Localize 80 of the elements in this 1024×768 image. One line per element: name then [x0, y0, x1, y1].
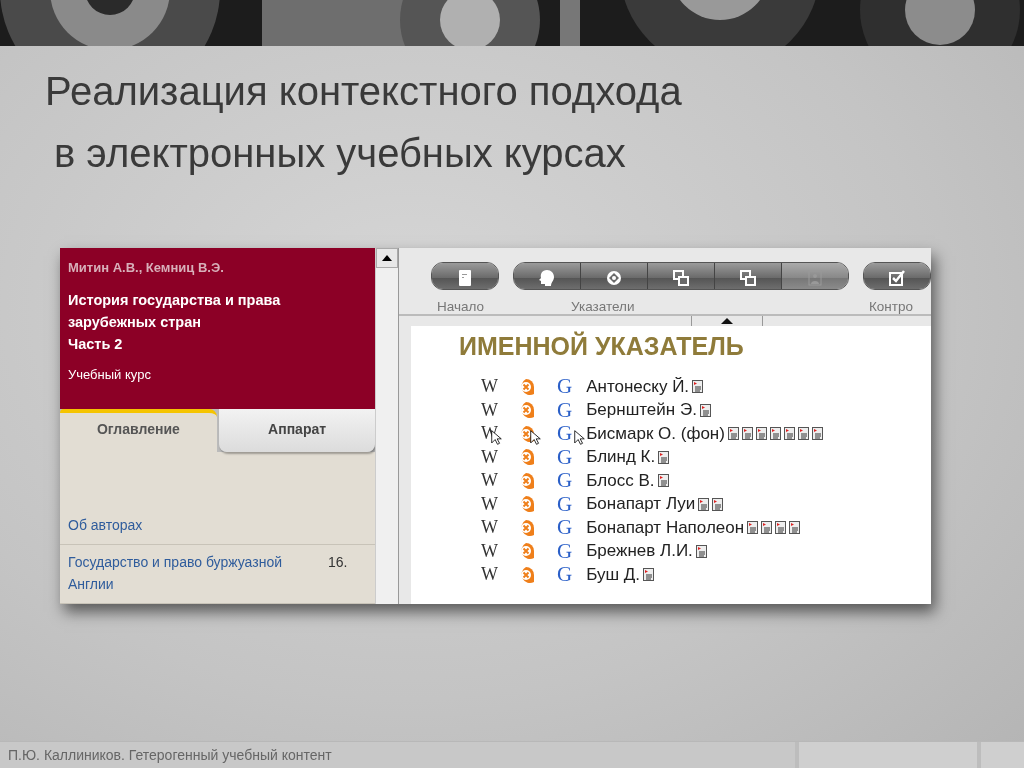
document-icon[interactable] — [698, 497, 710, 511]
course-title: зарубежных стран — [68, 313, 201, 332]
toolbar-button[interactable] — [714, 263, 781, 289]
person-name[interactable]: Буш Д. — [586, 564, 641, 585]
author-names: Митин А.В., Кемниц В.Э. — [68, 260, 224, 275]
cursor-icon — [530, 430, 541, 445]
document-icon[interactable] — [783, 427, 795, 441]
google-link[interactable]: G — [557, 421, 573, 447]
checkbox-icon — [888, 269, 906, 287]
person-name[interactable]: Бисмарк О. (фон) — [586, 423, 725, 444]
person-name[interactable]: Бонапарт Наполеон — [586, 517, 745, 538]
document-icon[interactable] — [643, 568, 655, 582]
course-type: Учебный курс — [68, 367, 151, 382]
toolbar-button[interactable] — [580, 263, 647, 289]
document-icon[interactable] — [761, 521, 773, 535]
document-icon[interactable] — [699, 403, 711, 417]
wiki-link[interactable]: W — [481, 376, 509, 398]
person-name[interactable]: Блинд К. — [586, 447, 656, 468]
document-icon[interactable] — [695, 544, 707, 558]
google-link[interactable]: G — [557, 397, 573, 423]
slide-title: в электронных учебных курсах — [54, 130, 626, 177]
document-icon[interactable] — [658, 450, 670, 464]
head-icon — [538, 269, 556, 287]
google-link[interactable]: G — [557, 444, 573, 470]
toolbar-label: Контро — [868, 299, 914, 314]
toolbar-label: Указатели — [570, 299, 635, 314]
document-icon[interactable] — [727, 427, 739, 441]
wiki-link[interactable]: W — [481, 470, 509, 492]
person-name[interactable]: Антонеску Й. — [586, 376, 690, 397]
person-name[interactable]: Брежнев Л.И. — [586, 541, 693, 562]
wiki-link[interactable]: W — [481, 517, 509, 539]
toc-link[interactable]: Государство и право буржуазной Англии — [68, 551, 328, 595]
slide-title: Реализация контекстного подхода — [45, 68, 682, 115]
google-link[interactable]: G — [557, 374, 573, 400]
caret-icon — [382, 255, 393, 261]
tab[interactable]: Оглавление — [60, 408, 217, 452]
wiki-link[interactable]: W — [481, 493, 509, 515]
person-name[interactable]: Блосс В. — [586, 470, 655, 491]
document-icon[interactable] — [741, 427, 753, 441]
document-icon — [456, 269, 474, 287]
document-icon[interactable] — [692, 380, 704, 394]
google-link[interactable]: G — [557, 468, 573, 494]
tab[interactable]: Аппарат — [218, 408, 376, 452]
document-icon[interactable] — [797, 427, 809, 441]
wiki-link[interactable]: W — [481, 564, 509, 586]
footer-text: П.Ю. Каллиников. Гетерогенный учебный контент — [8, 747, 332, 763]
google-link[interactable]: G — [557, 515, 573, 541]
course-title: Часть 2 — [68, 335, 123, 354]
windows-icon — [672, 269, 690, 287]
target-icon — [605, 269, 623, 287]
wiki-link[interactable]: W — [481, 540, 509, 562]
toolbar-label: Начало — [436, 299, 485, 314]
document-icon[interactable] — [789, 521, 801, 535]
document-icon[interactable] — [811, 427, 823, 441]
toolbar-button[interactable] — [647, 263, 714, 289]
scroll-up-button[interactable] — [376, 248, 398, 268]
wiki-link[interactable]: W — [481, 399, 509, 421]
scrollbar[interactable] — [375, 248, 399, 604]
toolbar-button[interactable] — [432, 263, 498, 289]
caret-icon — [721, 318, 733, 324]
document-icon[interactable] — [755, 427, 767, 441]
document-icon[interactable] — [747, 521, 759, 535]
toc-link[interactable]: Об авторах — [68, 514, 328, 536]
document-icon[interactable] — [769, 427, 781, 441]
document-icon[interactable] — [657, 474, 669, 488]
google-link[interactable]: G — [557, 491, 573, 517]
windows-icon — [739, 269, 757, 287]
toolbar-button[interactable] — [864, 263, 930, 289]
google-link[interactable]: G — [557, 562, 573, 588]
document-icon[interactable] — [712, 497, 724, 511]
wiki-link[interactable]: W — [481, 446, 509, 468]
page-number: 16. — [328, 553, 348, 572]
document-icon[interactable] — [775, 521, 787, 535]
cursor-icon — [574, 430, 585, 445]
toolbar-button[interactable] — [514, 263, 580, 289]
person-name[interactable]: Бернштейн Э. — [586, 400, 697, 421]
google-link[interactable]: G — [557, 538, 573, 564]
course-title: История государства и права — [68, 291, 281, 310]
person-name[interactable]: Бонапарт Луи — [586, 494, 696, 515]
index-heading: ИМЕННОЙ УКАЗАТЕЛЬ — [459, 332, 744, 361]
